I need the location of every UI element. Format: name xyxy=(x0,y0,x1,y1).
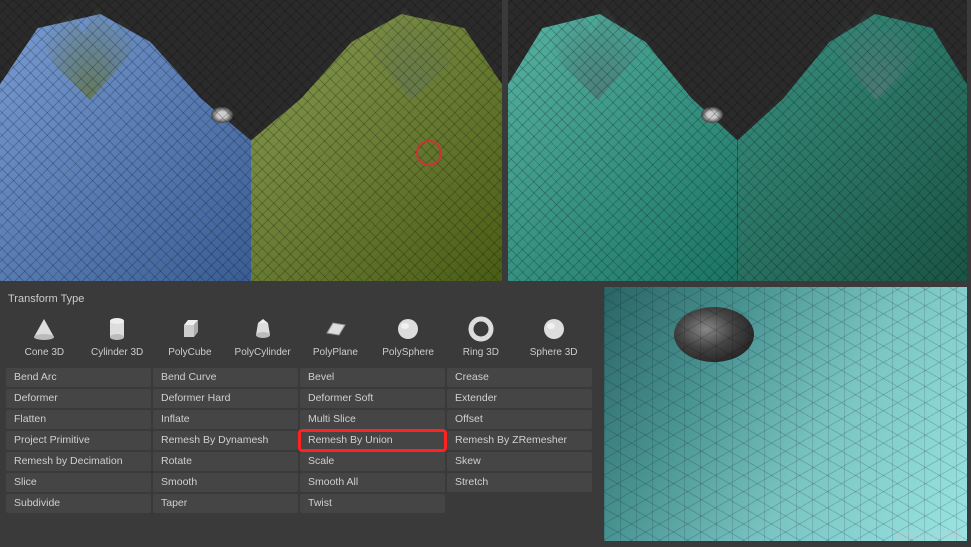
ring-3d-icon xyxy=(467,315,495,343)
cmd-smooth[interactable]: Smooth xyxy=(153,473,298,492)
cmd-bend-arc[interactable]: Bend Arc xyxy=(6,368,151,387)
cmd-smooth-all[interactable]: Smooth All xyxy=(300,473,445,492)
cmd-project-primitive[interactable]: Project Primitive xyxy=(6,431,151,450)
cmd-deformer-soft[interactable]: Deformer Soft xyxy=(300,389,445,408)
cmd-remesh-by-decimation[interactable]: Remesh by Decimation xyxy=(6,452,151,471)
shape-label: Cylinder 3D xyxy=(91,347,143,358)
cylinder-3d-icon xyxy=(103,315,131,343)
polycylinder-icon xyxy=(249,315,277,343)
polysphere-icon xyxy=(394,315,422,343)
moose-model-teal xyxy=(508,0,967,281)
viewport-main-right[interactable] xyxy=(508,0,967,281)
cmd-deformer[interactable]: Deformer xyxy=(6,389,151,408)
shape-ring-3d[interactable]: Ring 3D xyxy=(451,315,512,358)
shape-polyplane[interactable]: PolyPlane xyxy=(305,315,366,358)
shape-label: Cone 3D xyxy=(25,347,64,358)
cmd-extender[interactable]: Extender xyxy=(447,389,592,408)
shape-cylinder-3d[interactable]: Cylinder 3D xyxy=(87,315,148,358)
shape-polycylinder[interactable]: PolyCylinder xyxy=(232,315,293,358)
shape-cone-3d[interactable]: Cone 3D xyxy=(14,315,75,358)
cmd-subdivide[interactable]: Subdivide xyxy=(6,494,151,513)
watermark-text: @51CTO博客 xyxy=(895,527,963,543)
cmd-rotate[interactable]: Rotate xyxy=(153,452,298,471)
viewport-main-left[interactable] xyxy=(0,0,502,281)
cmd-flatten[interactable]: Flatten xyxy=(6,410,151,429)
cmd-remesh-by-union[interactable]: Remesh By Union xyxy=(300,431,445,450)
cmd-multi-slice[interactable]: Multi Slice xyxy=(300,410,445,429)
shape-label: Sphere 3D xyxy=(530,347,578,358)
shape-sphere-3d[interactable]: Sphere 3D xyxy=(523,315,584,358)
cmd-slice[interactable]: Slice xyxy=(6,473,151,492)
transform-type-panel: Transform Type Cone 3D Cylinder 3D PolyCub… xyxy=(0,287,598,541)
cmd-skew[interactable]: Skew xyxy=(447,452,592,471)
wireframe-overlay xyxy=(604,287,967,541)
shape-polycube[interactable]: PolyCube xyxy=(160,315,221,358)
shape-polysphere[interactable]: PolySphere xyxy=(378,315,439,358)
polyplane-icon xyxy=(321,315,349,343)
cmd-inflate[interactable]: Inflate xyxy=(153,410,298,429)
cmd-remesh-by-zremesher[interactable]: Remesh By ZRemesher xyxy=(447,431,592,450)
cmd-bevel[interactable]: Bevel xyxy=(300,368,445,387)
cmd-deformer-hard[interactable]: Deformer Hard xyxy=(153,389,298,408)
shape-label: PolyCylinder xyxy=(235,347,291,358)
viewport-closeup[interactable] xyxy=(604,287,967,541)
cmd-twist[interactable]: Twist xyxy=(300,494,445,513)
cmd-crease[interactable]: Crease xyxy=(447,368,592,387)
cmd-offset[interactable]: Offset xyxy=(447,410,592,429)
shape-label: PolySphere xyxy=(382,347,434,358)
section-title: Transform Type xyxy=(6,293,592,305)
sphere-3d-icon xyxy=(540,315,568,343)
shape-label: PolyPlane xyxy=(313,347,358,358)
cmd-stretch[interactable]: Stretch xyxy=(447,473,592,492)
shape-label: Ring 3D xyxy=(463,347,499,358)
shape-label: PolyCube xyxy=(168,347,211,358)
cmd-bend-curve[interactable]: Bend Curve xyxy=(153,368,298,387)
cone-3d-icon xyxy=(30,315,58,343)
polycube-icon xyxy=(176,315,204,343)
cmd-taper[interactable]: Taper xyxy=(153,494,298,513)
cmd-remesh-by-dynamesh[interactable]: Remesh By Dynamesh xyxy=(153,431,298,450)
cmd-scale[interactable]: Scale xyxy=(300,452,445,471)
brush-cursor-icon xyxy=(416,140,442,166)
